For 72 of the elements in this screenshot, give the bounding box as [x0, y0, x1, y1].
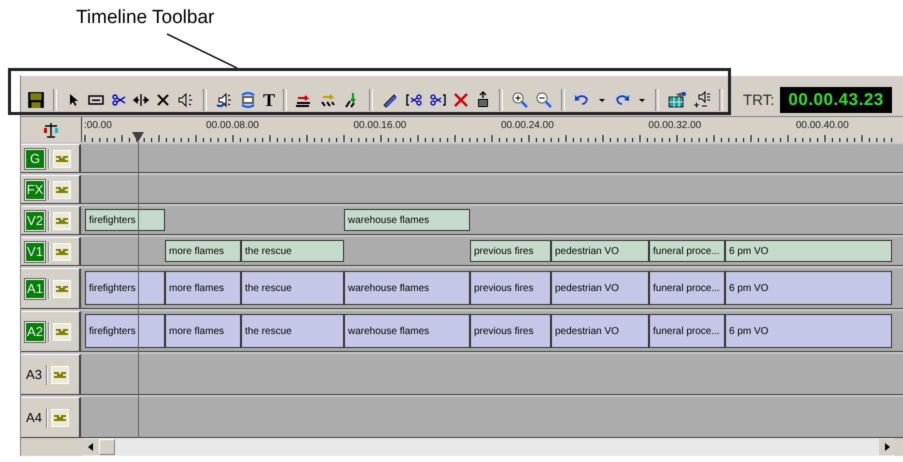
film-swap-icon[interactable] [239, 91, 257, 109]
timeline-clip[interactable]: the rescue [241, 271, 344, 305]
timeline-clip[interactable]: previous fires [470, 271, 551, 305]
timeline-clip[interactable]: warehouse flames [344, 271, 470, 305]
trt-timecode: 00.00.43.23 [780, 87, 892, 113]
timeline-clip[interactable]: more flames [165, 314, 241, 348]
timeline-clip[interactable]: warehouse flames [344, 314, 470, 348]
timeline-clip[interactable]: funeral proce... [649, 271, 725, 305]
timeline-clip[interactable]: firefighters [85, 271, 165, 305]
timeline-clip[interactable]: more flames [165, 271, 241, 305]
playhead-marker[interactable] [132, 132, 144, 142]
timeline-clip[interactable]: pedestrian VO [551, 240, 649, 262]
patch-icon[interactable] [53, 150, 71, 168]
double-arrow-icon[interactable] [319, 92, 338, 108]
timeline-clip[interactable]: 6 pm VO [725, 271, 892, 305]
timeline-clip[interactable]: 6 pm VO [725, 240, 892, 262]
grid-icon[interactable] [667, 91, 688, 109]
timeline-clip[interactable]: the rescue [241, 314, 344, 348]
trt-label: TRT: [743, 92, 774, 108]
cross-icon[interactable] [155, 92, 171, 108]
mixer-icon[interactable] [693, 91, 712, 109]
timeline-clip[interactable]: firefighters [85, 314, 165, 348]
timeline-clip[interactable]: 6 pm VO [725, 314, 892, 348]
ruler-label: 00.00.40.00 [794, 120, 850, 131]
track-toggle[interactable]: A2 [25, 322, 45, 342]
scroll-thumb[interactable] [99, 439, 115, 455]
scroll-right-icon[interactable] [879, 439, 895, 455]
timeline-clip[interactable]: funeral proce... [649, 240, 725, 262]
track-toggle[interactable]: A1 [25, 278, 45, 298]
timeline-clip[interactable]: pedestrian VO [551, 314, 649, 348]
patch-icon[interactable] [51, 408, 69, 426]
patch-icon[interactable] [53, 180, 71, 198]
scissors-icon[interactable] [111, 92, 127, 108]
ruler-label: 00.00.24.00 [500, 120, 555, 131]
track-toggle[interactable]: G [25, 148, 45, 168]
trim-icon[interactable] [133, 92, 149, 108]
ruler-label: :00.00 [83, 120, 113, 131]
patch-icon[interactable] [51, 366, 69, 384]
balance-icon[interactable] [42, 122, 60, 138]
splice-icon[interactable] [405, 92, 424, 108]
timeline-clip[interactable]: funeral proce... [649, 314, 725, 348]
track-toggle[interactable]: A4 [25, 408, 43, 426]
track-toggle[interactable]: FX [25, 180, 45, 200]
delete-icon[interactable] [453, 92, 470, 108]
pen-icon[interactable] [381, 92, 400, 108]
speaker-icon[interactable] [177, 92, 195, 108]
ruler-label: 00.00.08.00 [205, 120, 260, 131]
patch-icon[interactable] [53, 212, 71, 230]
text-tool[interactable]: T [263, 91, 276, 109]
timeline-clip[interactable]: previous fires [470, 314, 551, 348]
patch-icon[interactable] [53, 322, 71, 340]
scroll-left-icon[interactable] [83, 439, 99, 455]
timeline-clip[interactable]: more flames [165, 240, 241, 262]
timeline-clip[interactable]: previous fires [470, 240, 551, 262]
timeline-clip[interactable]: pedestrian VO [551, 271, 649, 305]
timeline-clip[interactable]: warehouse flames [344, 209, 470, 231]
zoom-out-icon[interactable] [535, 91, 554, 109]
zoom-in-icon[interactable] [511, 91, 530, 109]
save-icon[interactable] [27, 91, 45, 109]
ruler-label: 00.00.32.00 [647, 120, 702, 131]
timeline-clip[interactable]: the rescue [241, 240, 344, 262]
track-toggle[interactable]: V2 [25, 210, 45, 230]
splice-icon[interactable] [429, 92, 448, 108]
timeline-clip[interactable]: firefighters [85, 209, 165, 231]
ruler-label: 00.00.16.00 [352, 120, 408, 131]
audio-link-icon[interactable] [215, 91, 233, 109]
track-toggle[interactable]: V1 [25, 242, 45, 262]
callout-label: Timeline Toolbar [75, 6, 214, 30]
time-ruler[interactable]: :00.00 00.00.08.00 00.00.16.00 00.00.24.00 00.00.32.00 00.00.40.00 [82, 117, 896, 142]
patch-icon[interactable] [53, 242, 71, 260]
patch-icon[interactable] [53, 280, 71, 298]
track-toggle[interactable]: A3 [25, 366, 43, 384]
